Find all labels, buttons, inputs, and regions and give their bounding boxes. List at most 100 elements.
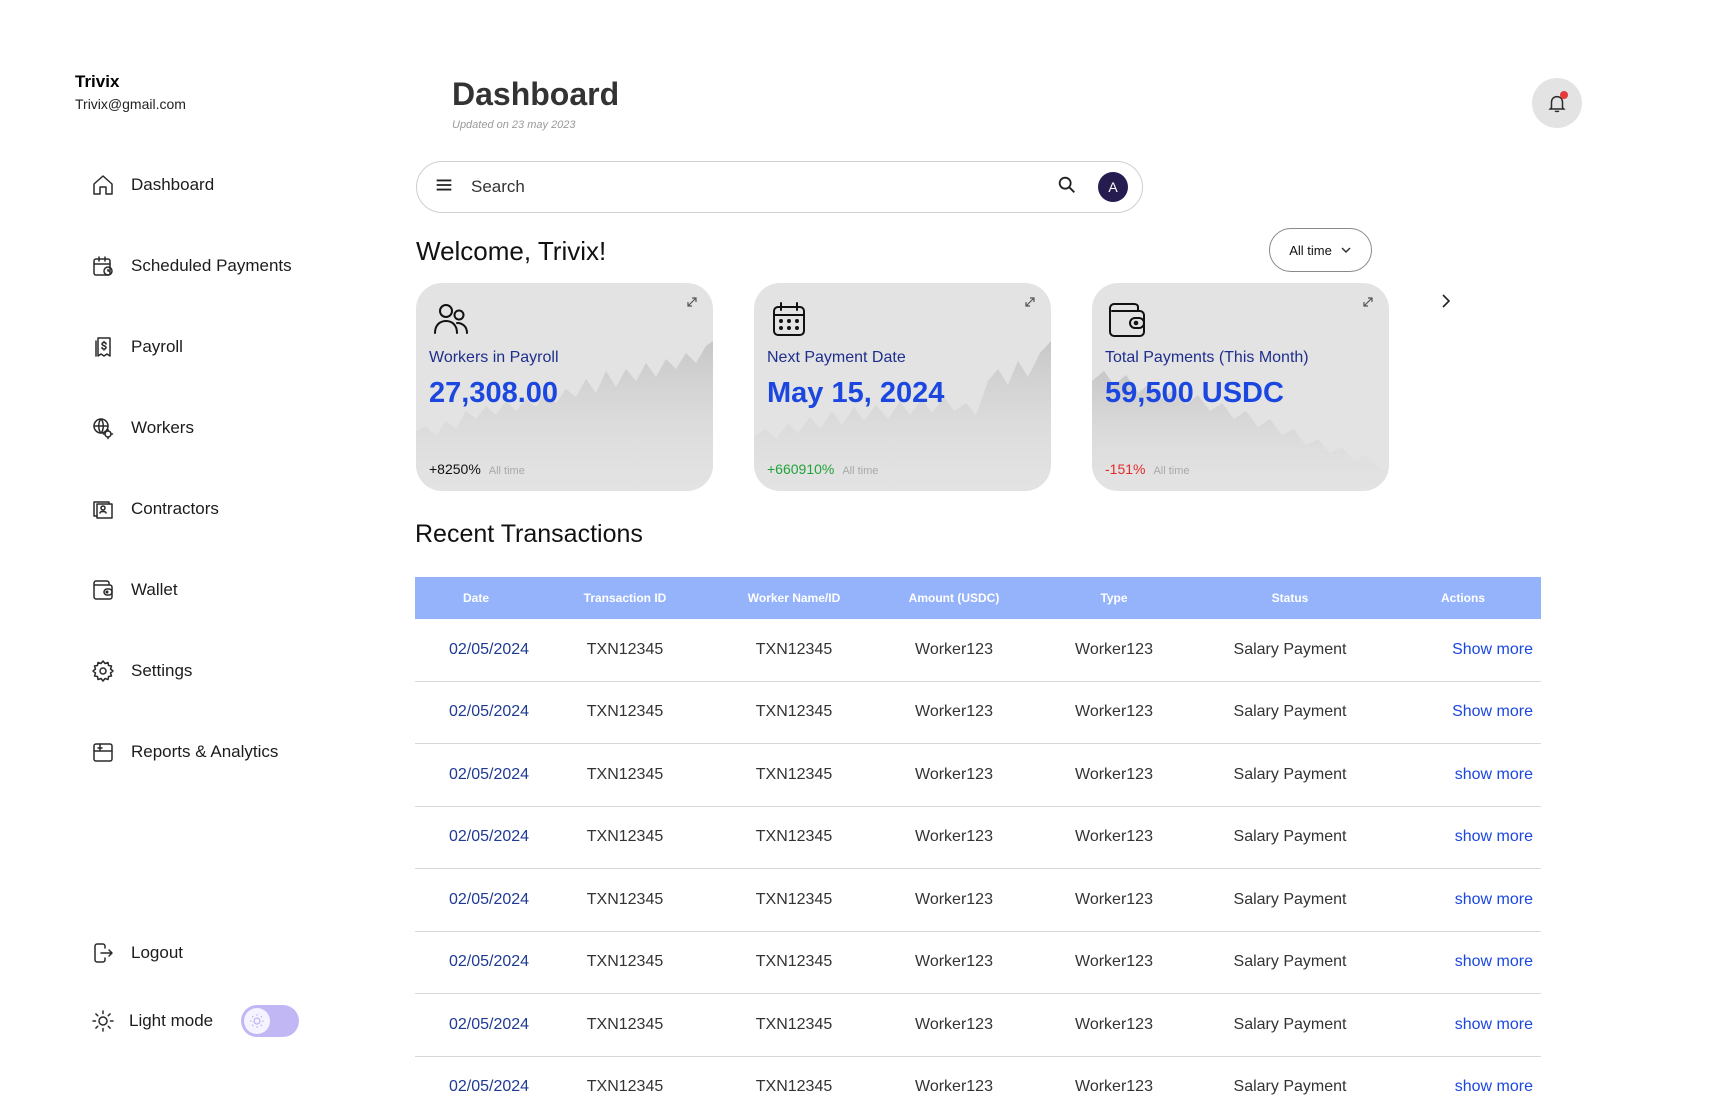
theme-row: Light mode	[91, 1005, 300, 1037]
status-cell: Salary Payment	[1233, 1078, 1347, 1096]
show-more-link[interactable]: show more	[1385, 1016, 1541, 1034]
transactions-table: Date Transaction ID Worker Name/ID Amoun…	[415, 577, 1541, 1117]
stat-card-next-payment-date[interactable]: Next Payment Date May 15, 2024 +660910% A…	[754, 283, 1051, 491]
search-input[interactable]	[471, 177, 1056, 197]
home-icon	[91, 173, 115, 197]
hamburger-menu-icon[interactable]	[433, 174, 455, 201]
search-bar: A	[416, 161, 1143, 213]
logout-icon	[91, 941, 115, 965]
stat-change: +660910% All time	[767, 461, 878, 477]
date-cell: 02/05/2024	[449, 890, 530, 908]
wallet-icon	[1106, 299, 1148, 341]
stat-card-total-payments[interactable]: Total Payments (This Month) 59,500 USDC …	[1092, 283, 1389, 491]
amount-cell: Worker123	[915, 953, 993, 971]
user-email: Trivix@gmail.com	[75, 96, 186, 112]
amount-cell: Worker123	[915, 1015, 993, 1033]
worker-cell: TXN12345	[755, 1015, 833, 1033]
sun-icon	[91, 1009, 115, 1033]
stat-title: Next Payment Date	[767, 349, 906, 366]
stat-value: 27,308.00	[429, 377, 559, 409]
stat-period: All time	[842, 465, 879, 477]
sidebar-item-label: Settings	[131, 661, 193, 680]
transaction-id-cell: TXN12345	[586, 765, 664, 783]
type-cell: Worker123	[1075, 890, 1153, 908]
type-cell: Worker123	[1075, 703, 1153, 721]
show-more-link[interactable]: show more	[1385, 953, 1541, 971]
stat-title: Workers in Payroll	[429, 349, 559, 366]
date-cell: 02/05/2024	[449, 640, 530, 658]
column-header: Status	[1271, 591, 1309, 605]
stat-value: May 15, 2024	[767, 377, 945, 409]
status-cell: Salary Payment	[1233, 828, 1347, 846]
user-profile: Trivix Trivix@gmail.com	[75, 72, 186, 112]
search-icon[interactable]	[1056, 174, 1078, 201]
sidebar-item-wallet[interactable]: Wallet	[91, 575, 178, 605]
type-cell: Worker123	[1075, 765, 1153, 783]
show-more-link[interactable]: Show more	[1385, 703, 1541, 721]
sidebar-item-dashboard[interactable]: Dashboard	[91, 170, 214, 200]
transaction-id-cell: TXN12345	[586, 953, 664, 971]
column-header: Actions	[1440, 591, 1485, 605]
sidebar-item-settings[interactable]: Settings	[91, 656, 192, 686]
transaction-id-cell: TXN12345	[586, 640, 664, 658]
stat-value: 59,500 USDC	[1105, 377, 1284, 409]
show-more-link[interactable]: show more	[1385, 766, 1541, 784]
worker-cell: TXN12345	[755, 953, 833, 971]
page-title: Dashboard	[452, 76, 620, 112]
sidebar-item-workers[interactable]: Workers	[91, 413, 194, 443]
amount-cell: Worker123	[915, 890, 993, 908]
status-cell: Salary Payment	[1233, 890, 1347, 908]
column-header: Worker Name/ID	[747, 591, 841, 605]
expand-icon[interactable]	[685, 295, 699, 309]
sidebar-item-label: Workers	[131, 418, 194, 437]
stat-change: +8250% All time	[429, 461, 525, 477]
stat-card-workers-in-payroll[interactable]: Workers in Payroll 27,308.00 +8250% All t…	[416, 283, 713, 491]
worker-cell: TXN12345	[755, 703, 833, 721]
column-header: Date	[462, 591, 489, 605]
next-cards-button[interactable]	[1436, 291, 1456, 311]
worker-cell: TXN12345	[755, 765, 833, 783]
worker-cell: TXN12345	[755, 640, 833, 658]
stat-period: All time	[1153, 465, 1190, 477]
status-cell: Salary Payment	[1233, 703, 1347, 721]
sun-icon	[250, 1014, 264, 1028]
time-range-label: All time	[1289, 242, 1332, 258]
sidebar-item-payroll[interactable]: Payroll	[91, 332, 183, 362]
type-cell: Worker123	[1075, 1078, 1153, 1096]
show-more-link[interactable]: show more	[1385, 891, 1541, 909]
transaction-id-cell: TXN12345	[586, 1078, 664, 1096]
date-cell: 02/05/2024	[449, 1015, 530, 1033]
table-row: 02/05/2024 TXN12345 TXN12345 Worker123 Worke…	[415, 994, 1541, 1057]
show-more-link[interactable]: Show more	[1385, 641, 1541, 659]
date-cell: 02/05/2024	[449, 1078, 530, 1096]
calendar-clock-icon	[91, 254, 115, 278]
sidebar-item-reports-analytics[interactable]: Reports & Analytics	[91, 737, 278, 767]
type-cell: Worker123	[1075, 640, 1153, 658]
worker-cell: TXN12345	[755, 828, 833, 846]
sidebar-item-contractors[interactable]: Contractors	[91, 494, 219, 524]
time-range-dropdown[interactable]: All time	[1269, 228, 1372, 272]
show-more-link[interactable]: show more	[1385, 1078, 1541, 1096]
toggle-knob	[244, 1008, 271, 1034]
expand-icon[interactable]	[1023, 295, 1037, 309]
notifications-button[interactable]	[1532, 78, 1582, 128]
worker-cell: TXN12345	[755, 890, 833, 908]
status-cell: Salary Payment	[1233, 1015, 1347, 1033]
amount-cell: Worker123	[915, 765, 993, 783]
theme-toggle[interactable]	[241, 1005, 300, 1037]
stat-period: All time	[488, 465, 525, 477]
column-header: Type	[1100, 591, 1128, 605]
chevron-down-icon	[1341, 247, 1351, 254]
stat-title: Total Payments (This Month)	[1105, 349, 1309, 366]
expand-icon[interactable]	[1361, 295, 1375, 309]
sidebar-item-scheduled-payments[interactable]: Scheduled Payments	[91, 251, 292, 281]
gear-icon	[91, 659, 115, 683]
show-more-link[interactable]: show more	[1385, 828, 1541, 846]
transaction-id-cell: TXN12345	[586, 703, 664, 721]
avatar[interactable]: A	[1098, 172, 1128, 202]
date-cell: 02/05/2024	[449, 765, 530, 783]
logout-button[interactable]: Logout	[91, 938, 183, 968]
users-icon	[430, 299, 472, 341]
table-body: 02/05/2024 TXN12345 TXN12345 Worker123 Worke…	[415, 619, 1541, 1117]
report-icon	[91, 740, 115, 764]
